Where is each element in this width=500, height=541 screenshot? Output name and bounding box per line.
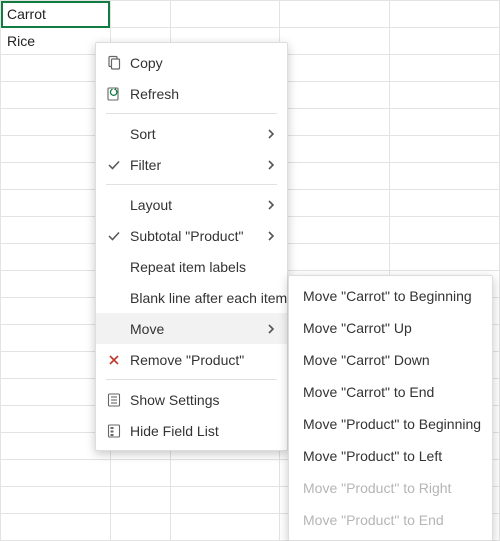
cell-a2[interactable]: Rice	[1, 28, 111, 55]
x-icon	[104, 353, 124, 367]
field-list-icon	[104, 423, 124, 439]
separator	[106, 379, 277, 380]
cell-a1[interactable]: Carrot	[1, 1, 111, 28]
menu-label: Move	[124, 321, 265, 337]
submenu-move-product-left[interactable]: Move "Product" to Left	[289, 440, 492, 472]
cell[interactable]	[170, 1, 280, 28]
submenu-move-end[interactable]: Move "Carrot" to End	[289, 376, 492, 408]
chevron-right-icon	[265, 159, 277, 171]
menu-hide-field-list[interactable]: Hide Field List	[96, 415, 287, 446]
menu-label: Subtotal "Product"	[124, 228, 265, 244]
menu-show-settings[interactable]: Show Settings	[96, 384, 287, 415]
settings-list-icon	[104, 392, 124, 408]
submenu-move-product-right: Move "Product" to Right	[289, 472, 492, 504]
chevron-right-icon	[265, 199, 277, 211]
move-submenu: Move "Carrot" to Beginning Move "Carrot"…	[288, 275, 493, 541]
menu-layout[interactable]: Layout	[96, 189, 287, 220]
context-menu: Copy Refresh Sort Filter Layout	[95, 42, 288, 451]
cell[interactable]	[280, 1, 390, 28]
submenu-move-down[interactable]: Move "Carrot" Down	[289, 344, 492, 376]
menu-repeat-labels[interactable]: Repeat item labels	[96, 251, 287, 282]
menu-remove[interactable]: Remove "Product"	[96, 344, 287, 375]
submenu-move-product-end: Move "Product" to End	[289, 504, 492, 536]
menu-label: Show Settings	[124, 392, 277, 408]
menu-move[interactable]: Move	[96, 313, 287, 344]
check-icon	[104, 228, 124, 244]
menu-label: Hide Field List	[124, 423, 277, 439]
menu-label: Filter	[124, 157, 265, 173]
menu-sort[interactable]: Sort	[96, 118, 287, 149]
menu-refresh[interactable]: Refresh	[96, 78, 287, 109]
chevron-right-icon	[265, 323, 277, 335]
check-icon	[104, 157, 124, 173]
menu-copy[interactable]: Copy	[96, 47, 287, 78]
menu-label: Copy	[124, 55, 277, 71]
menu-filter[interactable]: Filter	[96, 149, 287, 180]
chevron-right-icon	[265, 230, 277, 242]
menu-subtotal[interactable]: Subtotal "Product"	[96, 220, 287, 251]
cell[interactable]	[110, 1, 170, 28]
menu-blank-line[interactable]: Blank line after each item	[96, 282, 287, 313]
submenu-move-product-beginning[interactable]: Move "Product" to Beginning	[289, 408, 492, 440]
menu-label: Repeat item labels	[124, 259, 277, 275]
menu-label: Remove "Product"	[124, 352, 277, 368]
separator	[106, 113, 277, 114]
menu-label: Blank line after each item	[124, 290, 287, 306]
submenu-move-beginning[interactable]: Move "Carrot" to Beginning	[289, 280, 492, 312]
menu-label: Layout	[124, 197, 265, 213]
cell[interactable]	[390, 1, 500, 28]
copy-icon	[104, 55, 124, 71]
submenu-move-up[interactable]: Move "Carrot" Up	[289, 312, 492, 344]
refresh-icon	[104, 86, 124, 102]
menu-label: Sort	[124, 126, 265, 142]
separator	[106, 184, 277, 185]
chevron-right-icon	[265, 128, 277, 140]
menu-label: Refresh	[124, 86, 277, 102]
